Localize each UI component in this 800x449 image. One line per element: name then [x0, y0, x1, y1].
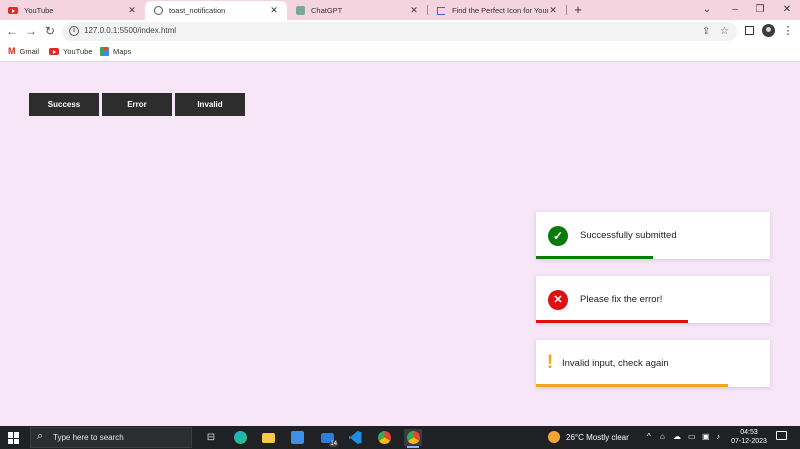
- youtube-icon: [49, 48, 59, 55]
- menu-kebab-icon[interactable]: ⋮: [781, 24, 795, 38]
- bookmark-gmail[interactable]: M Gmail: [8, 46, 40, 57]
- address-bar[interactable]: i 127.0.0.1:5500/index.html ⇪ ☆: [62, 22, 737, 41]
- windows-start-icon[interactable]: [8, 432, 20, 444]
- tab-toast-notification[interactable]: toast_notification ✕: [145, 1, 287, 20]
- tab-title: Find the Perfect Icon for Your Pr: [452, 6, 548, 15]
- battery-icon[interactable]: ▭: [688, 432, 696, 441]
- close-icon: ✕: [548, 290, 568, 310]
- mail-icon[interactable]: 14: [318, 429, 338, 447]
- edge-icon[interactable]: [231, 429, 249, 446]
- toast-message: Please fix the error!: [580, 294, 663, 305]
- search-placeholder: Type here to search: [53, 433, 124, 442]
- tab-chatgpt[interactable]: ChatGPT ✕: [287, 1, 427, 20]
- tab-find-icon[interactable]: Find the Perfect Icon for Your Pr ✕: [428, 1, 566, 20]
- taskbar: ⌕ Type here to search ⊟ 14 26°C Mostly c…: [0, 426, 800, 449]
- toast-success: ✓ Successfully submitted: [536, 212, 770, 259]
- task-view-icon[interactable]: ⊟: [202, 429, 220, 446]
- close-icon[interactable]: ✕: [409, 5, 419, 16]
- toast-message: Successfully submitted: [580, 230, 677, 241]
- tab-title: YouTube: [24, 6, 54, 15]
- invalid-button[interactable]: Invalid: [175, 93, 245, 116]
- restore-icon[interactable]: ❐: [745, 0, 775, 20]
- clock-time: 04:53: [740, 429, 758, 436]
- notification-icon[interactable]: [776, 431, 787, 440]
- chatgpt-icon: [295, 6, 305, 16]
- toast-progress-bar: [536, 384, 728, 387]
- bookmark-youtube[interactable]: YouTube: [49, 47, 92, 56]
- clock-date: 07-12-2023: [731, 438, 767, 445]
- language-icon[interactable]: ⌂: [660, 432, 665, 441]
- new-tab-button[interactable]: +: [571, 2, 585, 18]
- store-icon[interactable]: [288, 429, 306, 446]
- toast-progress-bar: [536, 256, 653, 259]
- error-button[interactable]: Error: [102, 93, 172, 116]
- site-info-icon[interactable]: i: [69, 26, 79, 36]
- back-arrow-icon[interactable]: ←: [4, 23, 20, 39]
- bookmark-star-icon[interactable]: ☆: [720, 26, 729, 37]
- exclamation-icon: !: [546, 352, 554, 373]
- side-panel-icon[interactable]: [742, 24, 756, 38]
- flag-icon: [436, 6, 446, 16]
- browser-toolbar: ← → ↻ i 127.0.0.1:5500/index.html ⇪ ☆ ⋮: [0, 20, 800, 43]
- share-icon[interactable]: ⇪: [702, 26, 710, 37]
- file-explorer-icon[interactable]: [259, 429, 277, 446]
- weather-widget[interactable]: 26°C Mostly clear: [548, 431, 629, 443]
- system-clock[interactable]: 04:53 07-12-2023: [730, 428, 768, 446]
- close-icon[interactable]: ✕: [269, 5, 279, 16]
- youtube-icon: [8, 6, 18, 16]
- profile-avatar[interactable]: [761, 24, 775, 38]
- bookmark-label: Maps: [113, 47, 132, 56]
- tab-strip: YouTube ✕ toast_notification ✕ ChatGPT ✕…: [0, 0, 800, 20]
- window-close-icon[interactable]: ✕: [772, 0, 800, 20]
- forward-arrow-icon[interactable]: →: [23, 23, 39, 39]
- chrome-profile-icon[interactable]: [404, 429, 422, 448]
- toast-error: ✕ Please fix the error!: [536, 276, 770, 323]
- taskbar-search-box[interactable]: ⌕ Type here to search: [30, 427, 192, 448]
- toast-invalid: ! Invalid input, check again: [536, 340, 770, 387]
- bookmark-label: YouTube: [63, 47, 93, 56]
- weather-text: 26°C Mostly clear: [566, 432, 629, 442]
- bookmark-label: Gmail: [19, 47, 40, 56]
- close-icon[interactable]: ✕: [127, 5, 137, 16]
- weather-sun-icon: [548, 431, 560, 443]
- page-content: Success Error Invalid ✓ Successfully sub…: [0, 63, 800, 426]
- check-icon: ✓: [548, 226, 568, 246]
- reload-icon[interactable]: ↻: [42, 23, 58, 39]
- toast-message: Invalid input, check again: [562, 358, 669, 369]
- chevron-up-icon[interactable]: ^: [647, 432, 651, 441]
- chrome-icon[interactable]: [375, 429, 393, 446]
- bookmarks-bar: M Gmail YouTube Maps: [0, 43, 800, 62]
- tab-title: toast_notification: [169, 6, 226, 15]
- vscode-icon[interactable]: [346, 429, 364, 446]
- mail-badge: 14: [329, 441, 338, 447]
- toast-progress-bar: [536, 320, 689, 323]
- search-icon: ⌕: [37, 430, 44, 442]
- network-icon[interactable]: ▣: [702, 432, 710, 441]
- bookmark-maps[interactable]: Maps: [100, 47, 131, 56]
- cloud-icon[interactable]: ☁: [673, 432, 681, 441]
- close-icon[interactable]: ✕: [548, 5, 558, 16]
- globe-icon: [153, 6, 163, 16]
- tab-search-chevron-icon[interactable]: ⌄: [692, 0, 722, 20]
- tab-separator: [566, 5, 567, 15]
- volume-icon[interactable]: ♪: [716, 432, 720, 441]
- tab-title: ChatGPT: [311, 6, 343, 15]
- success-button[interactable]: Success: [29, 93, 99, 116]
- gmail-icon: M: [8, 46, 16, 56]
- url-text[interactable]: 127.0.0.1:5500/index.html: [84, 26, 176, 35]
- maps-icon: [100, 47, 109, 56]
- tab-youtube[interactable]: YouTube ✕: [0, 1, 145, 20]
